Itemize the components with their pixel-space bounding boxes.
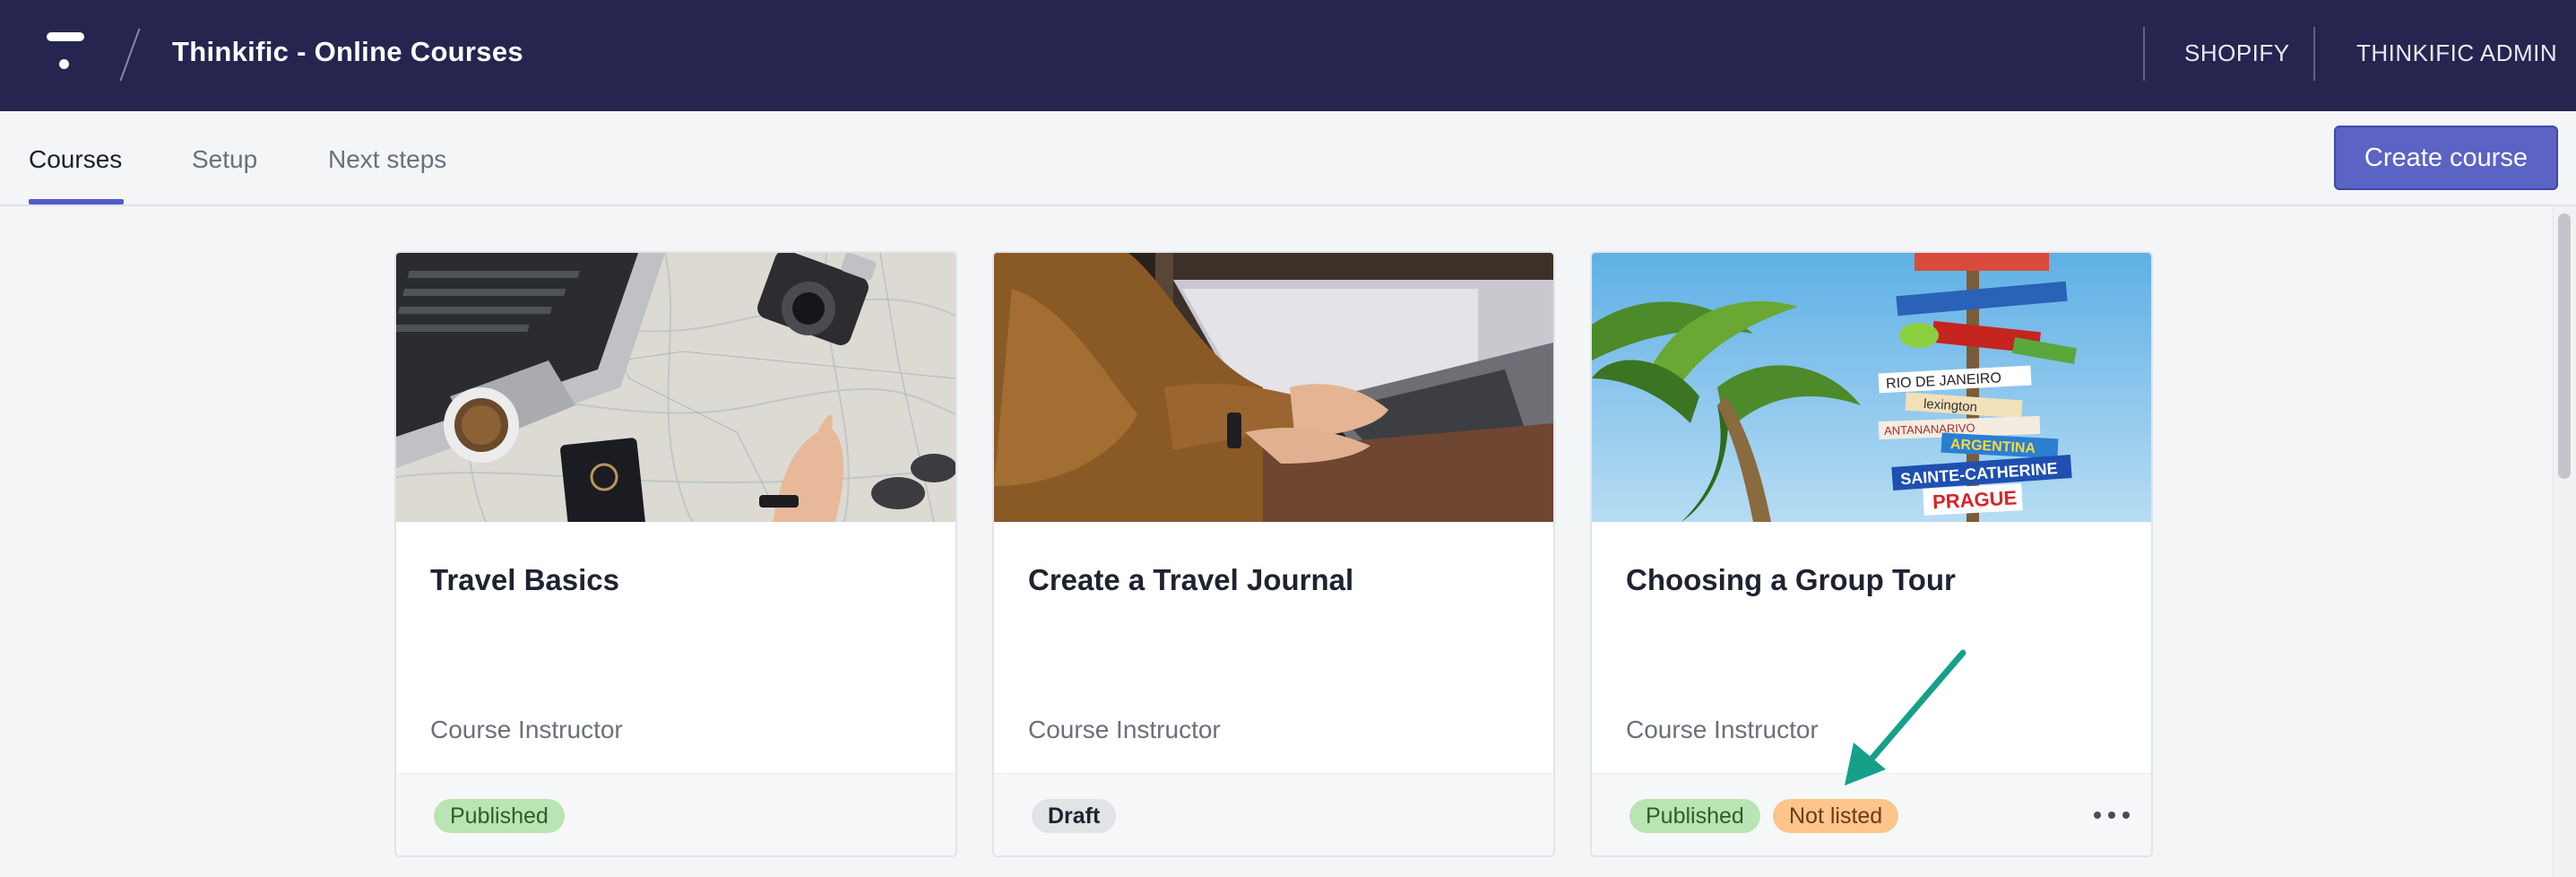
status-badge-published: Published xyxy=(434,799,565,833)
svg-text:PRAGUE: PRAGUE xyxy=(1932,486,2017,513)
create-course-button[interactable]: Create course xyxy=(2334,126,2558,190)
more-horizontal-icon[interactable] xyxy=(2094,806,2130,824)
status-badge-published: Published xyxy=(1629,799,1760,833)
course-title[interactable]: Create a Travel Journal xyxy=(1028,563,1353,597)
vertical-scrollbar[interactable] xyxy=(2553,206,2576,877)
thinkific-admin-link[interactable]: THINKIFIC ADMIN xyxy=(2356,39,2557,67)
course-title[interactable]: Choosing a Group Tour xyxy=(1626,563,1956,597)
course-thumbnail[interactable] xyxy=(994,253,1553,522)
card-footer: Published xyxy=(396,773,955,855)
scrollbar-thumb[interactable] xyxy=(2558,213,2571,479)
laptop-map-photo xyxy=(396,253,955,522)
course-instructor: Course Instructor xyxy=(1028,716,1221,743)
signpost-photo: RIO DE JANEIRO lexington ANTANANARIVO AR… xyxy=(1592,253,2151,522)
page-tabs-bar: Courses Setup Next steps xyxy=(0,111,2576,206)
app-title: Thinkific - Online Courses xyxy=(172,36,523,67)
tab-next-steps[interactable]: Next steps xyxy=(328,145,446,174)
tab-setup[interactable]: Setup xyxy=(192,145,257,174)
card-footer: Draft xyxy=(994,773,1553,855)
course-thumbnail[interactable] xyxy=(396,253,955,522)
course-card[interactable]: Create a Travel Journal Course Instructo… xyxy=(992,251,1555,857)
status-badge-not-listed: Not listed xyxy=(1773,799,1899,833)
typing-laptop-photo xyxy=(994,253,1553,522)
nav-divider xyxy=(2143,27,2145,81)
status-badge-draft: Draft xyxy=(1032,799,1117,833)
course-thumbnail[interactable]: RIO DE JANEIRO lexington ANTANANARIVO AR… xyxy=(1592,253,2151,522)
thinkific-logo-icon[interactable] xyxy=(43,29,97,79)
shopify-link[interactable]: SHOPIFY xyxy=(2184,39,2290,67)
course-instructor: Course Instructor xyxy=(1626,716,1819,743)
top-navigation-bar: Thinkific - Online Courses SHOPIFY THINK… xyxy=(0,0,2576,111)
course-card[interactable]: Travel Basics Course Instructor Publishe… xyxy=(394,251,957,857)
active-tab-indicator xyxy=(29,199,124,204)
tab-courses[interactable]: Courses xyxy=(29,145,122,174)
breadcrumb-divider xyxy=(119,28,141,82)
course-instructor: Course Instructor xyxy=(430,716,623,743)
arrow-pointer-icon xyxy=(1845,649,1967,786)
course-title[interactable]: Travel Basics xyxy=(430,563,619,597)
nav-divider xyxy=(2313,27,2315,81)
